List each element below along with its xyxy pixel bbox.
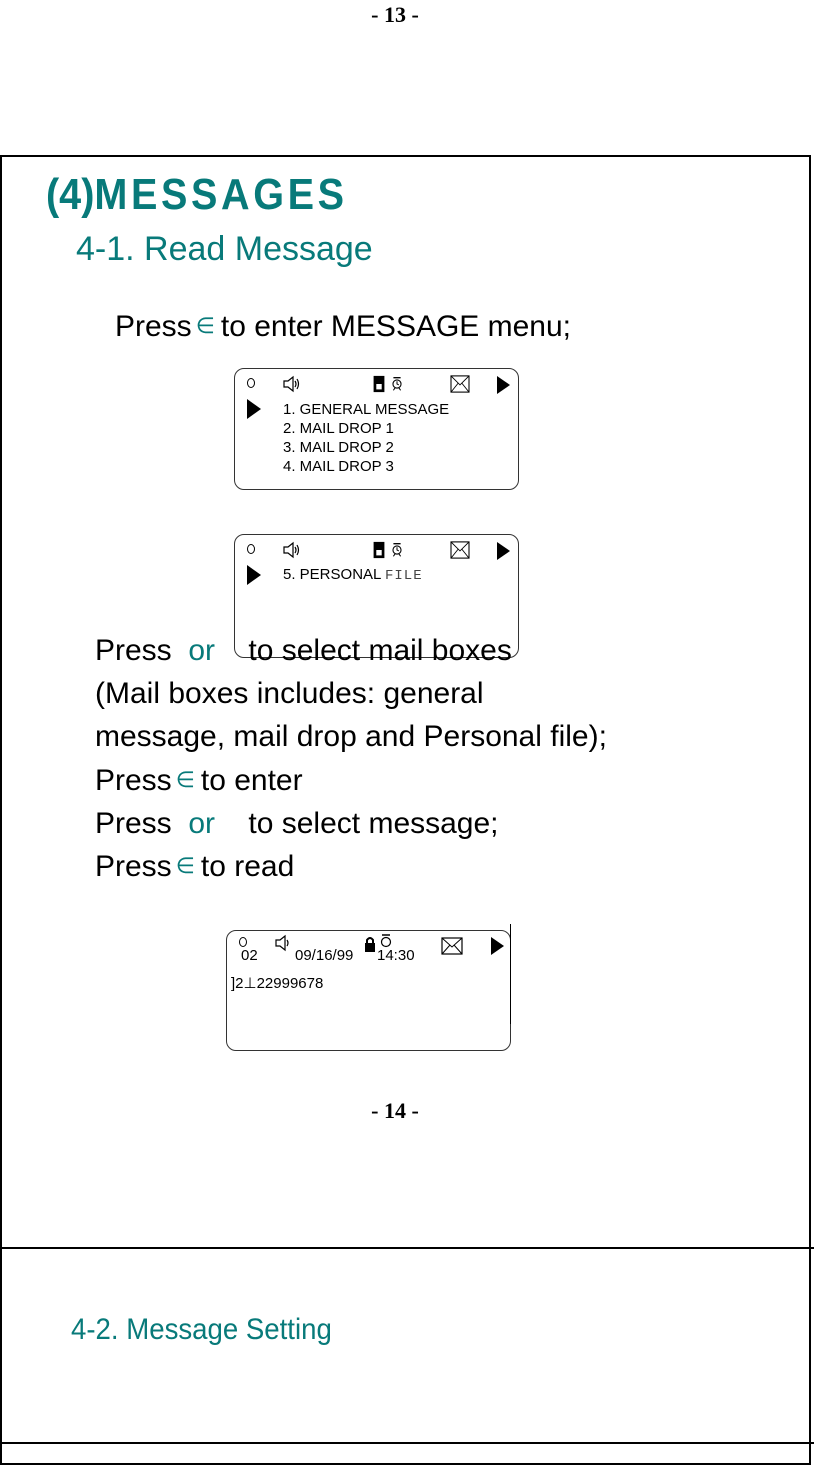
right-arrow-icon	[491, 937, 504, 955]
right-arrow-icon	[497, 542, 510, 560]
menu-item-mail-drop-3[interactable]: 4. MAIL DROP 3	[283, 458, 394, 475]
lock-icon	[373, 541, 385, 559]
lcd-screen-message-view: 02 09/16/99 14:30 ]2⊥22999678	[226, 930, 511, 1051]
message-date: 09/16/99	[295, 947, 354, 964]
lcd-edge-line	[510, 924, 511, 1024]
alarm-clock-icon	[392, 377, 402, 391]
menu-item-mail-drop-1[interactable]: 2. MAIL DROP 1	[283, 420, 394, 437]
instruction-mailbox-note-1: (Mail boxes includes: general	[95, 677, 484, 710]
selection-cursor-icon	[247, 399, 261, 419]
section-divider	[0, 1247, 814, 1249]
speaker-icon	[283, 541, 300, 559]
enter-key-symbol: ∈	[175, 767, 195, 792]
instruction-enter: Press ∈ to enter	[95, 764, 303, 797]
enter-key-symbol: ∈	[175, 853, 195, 878]
lcd-screen-mailbox-menu-1: 1. GENERAL MESSAGE 2. MAIL DROP 1 3. MAI…	[234, 368, 519, 490]
instruction-mailbox-note-2: message, mail drop and Personal file);	[95, 720, 607, 753]
menu-item-personal-file[interactable]: 5. PERSONAL FILE	[283, 566, 423, 584]
lock-icon	[365, 937, 375, 952]
menu-item-general-message[interactable]: 1. GENERAL MESSAGE	[283, 401, 449, 418]
instruction-select-message: Press or to select message;	[95, 807, 499, 840]
speaker-icon	[275, 934, 289, 952]
instruction-read: Press ∈ to read	[95, 850, 295, 883]
ring-indicator-icon	[247, 544, 255, 554]
message-caller-number: ]2⊥22999678	[231, 975, 324, 992]
envelope-icon	[441, 937, 463, 955]
envelope-icon	[450, 375, 470, 393]
subsection-title-message-setting: 4-2. Message Setting	[71, 1313, 332, 1346]
page-number-bottom: - 14 -	[371, 1098, 419, 1123]
lock-icon	[373, 375, 385, 393]
envelope-icon	[450, 541, 470, 559]
section-title: (4)MESSAGES	[46, 170, 348, 219]
speaker-icon	[283, 375, 300, 393]
alarm-clock-icon	[392, 543, 402, 557]
message-time: 14:30	[377, 947, 415, 964]
page-number-top: - 13 -	[371, 2, 419, 27]
enter-key-symbol: ∈	[195, 313, 215, 338]
selection-cursor-icon	[247, 565, 261, 585]
intro-instruction: Press ∈ to enter MESSAGE menu;	[115, 310, 572, 343]
bottom-divider	[0, 1442, 814, 1444]
menu-item-mail-drop-2[interactable]: 3. MAIL DROP 2	[283, 439, 394, 456]
ring-indicator-icon	[247, 378, 255, 388]
instruction-select-mailboxes: Press or to select mail boxes	[95, 634, 512, 667]
subsection-title-read-message: 4-1. Read Message	[76, 230, 373, 268]
message-index: 02	[241, 947, 258, 964]
ring-indicator-icon	[239, 937, 247, 947]
right-arrow-icon	[497, 376, 510, 394]
